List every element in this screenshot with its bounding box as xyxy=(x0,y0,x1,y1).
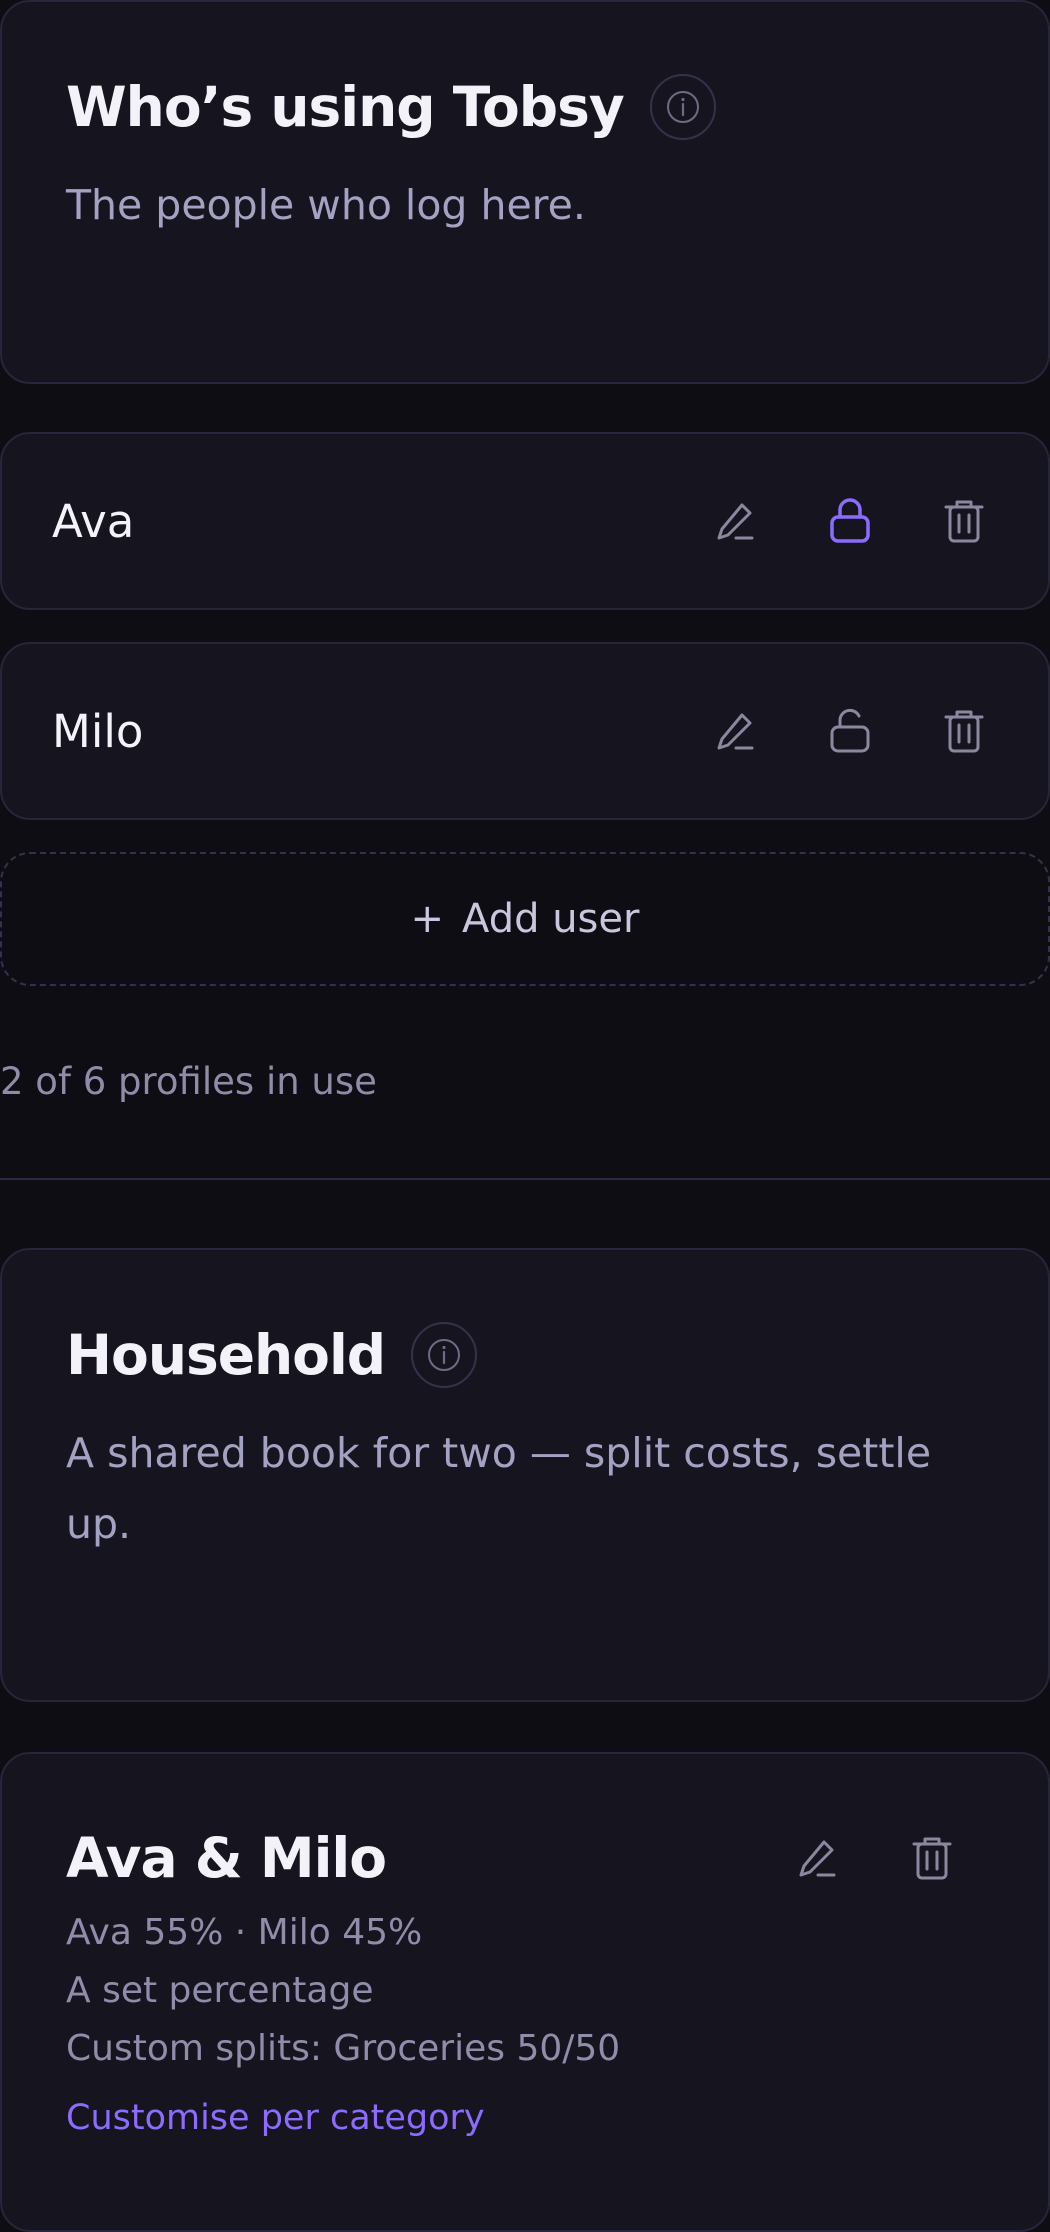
lock-icon[interactable] xyxy=(820,491,880,551)
pencil-icon[interactable] xyxy=(706,701,766,761)
group-split: Ava 55% · Milo 45% xyxy=(66,1912,423,1953)
pencil-icon[interactable] xyxy=(706,491,766,551)
household-section-subtitle: A shared book for two — split costs, set… xyxy=(66,1429,932,1548)
user-actions xyxy=(706,701,994,761)
household-section-card: Household A shared book for two — split … xyxy=(0,1248,1050,1702)
household-section-title: Household xyxy=(66,1322,386,1387)
trash-icon[interactable] xyxy=(934,491,994,551)
user-name: Milo xyxy=(52,704,144,758)
page: Who’s using Tobsy The people who log her… xyxy=(0,0,1050,2232)
trash-icon[interactable] xyxy=(934,701,994,761)
user-name: Ava xyxy=(52,494,135,548)
plus-icon: + xyxy=(410,896,445,942)
user-row-milo: Milo xyxy=(0,642,1050,820)
user-row-ava: Ava xyxy=(0,432,1050,610)
users-section-card: Who’s using Tobsy The people who log her… xyxy=(0,0,1050,384)
pencil-icon[interactable] xyxy=(788,1828,848,1888)
add-user-label: Add user xyxy=(462,896,640,942)
unlock-icon[interactable] xyxy=(820,701,880,761)
section-divider xyxy=(0,1178,1050,1180)
trash-icon[interactable] xyxy=(902,1828,962,1888)
profiles-usage-text: 2 of 6 profiles in use xyxy=(0,1060,377,1103)
group-split-type: A set percentage xyxy=(66,1970,374,2011)
users-section-title: Who’s using Tobsy xyxy=(66,74,625,139)
user-actions xyxy=(706,491,994,551)
group-custom-splits: Custom splits: Groceries 50/50 xyxy=(66,2028,621,2069)
customise-per-category-link[interactable]: Customise per category xyxy=(66,2098,485,2138)
group-actions xyxy=(734,1828,962,1888)
info-icon[interactable] xyxy=(411,1322,478,1388)
add-user-button[interactable]: + Add user xyxy=(0,852,1050,986)
group-name: Ava & Milo xyxy=(66,1826,387,1890)
users-section-subtitle: The people who log here. xyxy=(66,181,586,229)
info-icon[interactable] xyxy=(649,74,716,140)
household-group-card: Ava & Milo Ava 55% · Milo 45% A set perc… xyxy=(0,1752,1050,2232)
